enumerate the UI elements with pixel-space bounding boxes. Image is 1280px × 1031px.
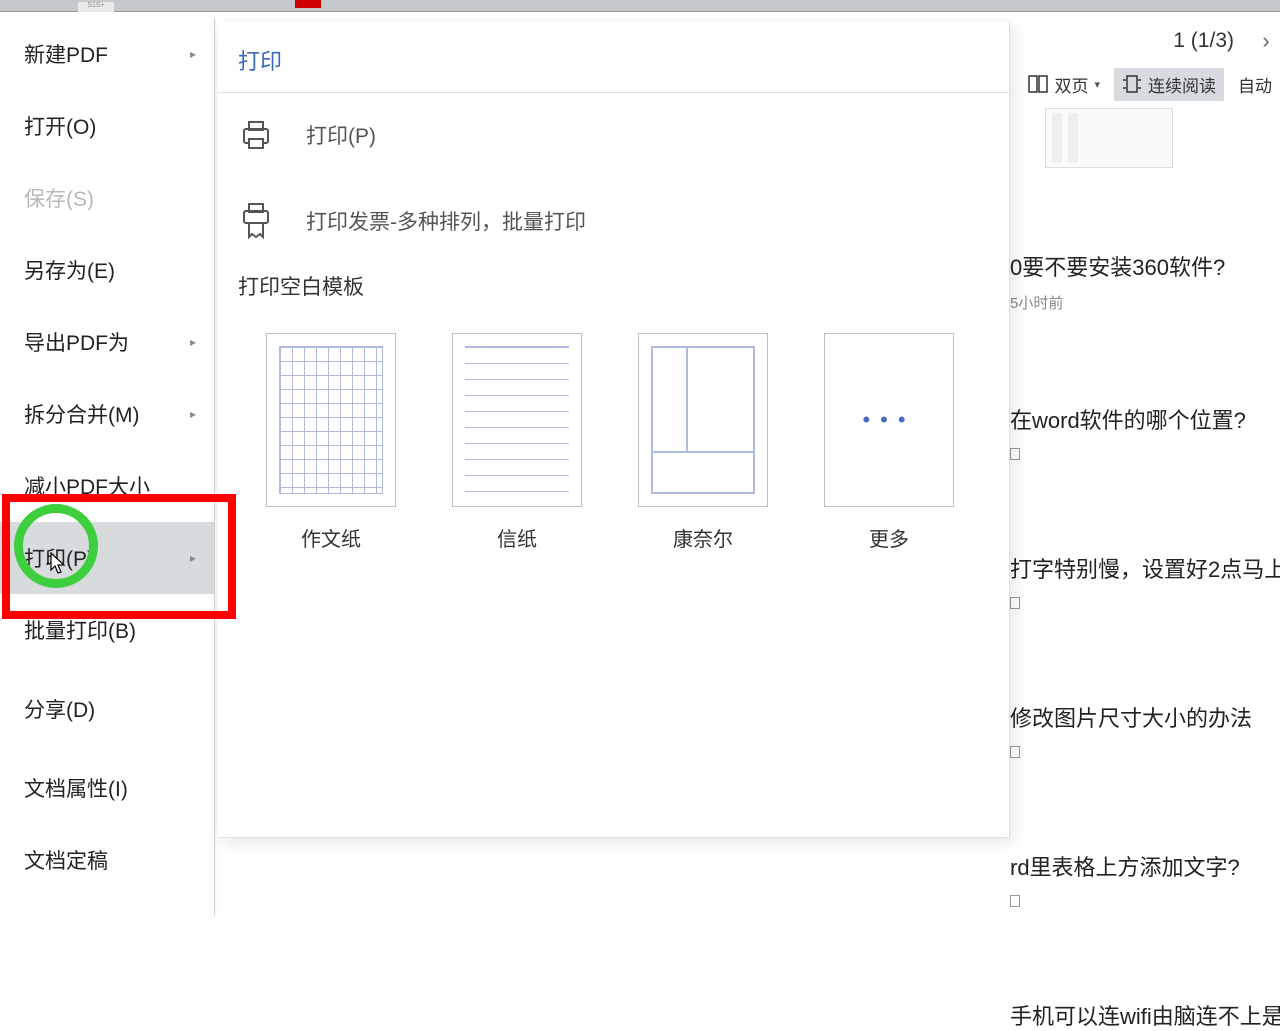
- menu-split-merge[interactable]: 拆分合并(M) ▸: [0, 378, 214, 450]
- template-caption: 康奈尔: [673, 523, 733, 552]
- chevron-down-icon: ▾: [1094, 78, 1100, 91]
- article-title: 在word软件的哪个位置?: [1010, 403, 1280, 435]
- menu-save: 保存(S): [0, 162, 214, 234]
- list-item[interactable]: 0要不要安装360软件? 5小时前: [1010, 250, 1280, 313]
- menu-label: 保存(S): [24, 183, 94, 213]
- menu-open[interactable]: 打开(O): [0, 90, 214, 162]
- meta-icon: [1010, 746, 1020, 758]
- continuous-read-label: 连续阅读: [1148, 72, 1216, 97]
- list-item[interactable]: rd里表格上方添加文字?: [1010, 850, 1280, 909]
- template-more[interactable]: ••• 更多: [824, 333, 954, 552]
- meta-icon: [1010, 448, 1020, 460]
- topbar-right: 1 (1/3) ›: [1163, 22, 1280, 60]
- menu-finalize[interactable]: 文档定稿: [0, 824, 214, 896]
- templates-section-title: 打印空白模板: [218, 265, 1009, 319]
- continuous-read-button[interactable]: 连续阅读: [1114, 68, 1224, 101]
- page-preview-thumbnail: [1045, 108, 1173, 168]
- submenu-arrow-icon: ▸: [190, 551, 196, 565]
- continuous-icon: [1122, 75, 1142, 93]
- menu-label: 打开(O): [24, 111, 96, 141]
- menu-label: 分享(D): [24, 694, 95, 724]
- page-next-button[interactable]: ›: [1252, 27, 1280, 55]
- panel-title: 打印: [218, 22, 1009, 93]
- list-item[interactable]: 修改图片尺寸大小的办法: [1010, 701, 1280, 760]
- auto-fit-label: 自动: [1238, 72, 1272, 97]
- submenu-arrow-icon: ▸: [190, 335, 196, 349]
- menu-label: 打印(P): [24, 543, 94, 573]
- template-caption: 更多: [869, 523, 909, 552]
- red-accent-fragment: [295, 0, 321, 8]
- menu-reduce-size[interactable]: 减小PDF大小: [0, 450, 214, 522]
- template-caption: 作文纸: [301, 523, 361, 552]
- menu-properties[interactable]: 文档属性(I): [0, 752, 214, 824]
- invoice-printer-icon: [238, 201, 274, 241]
- list-item[interactable]: 打字特别慢，设置好2点马上就: [1010, 552, 1280, 611]
- template-thumb: •••: [824, 333, 954, 507]
- template-thumb: [638, 333, 768, 507]
- print-submenu-panel: 打印 打印(P) 打印发票-多种排列，批量打印 打印空白模板 作文纸 信纸 康奈…: [218, 22, 1010, 838]
- meta-icon: [1010, 597, 1020, 609]
- article-title: rd里表格上方添加文字?: [1010, 850, 1280, 882]
- template-letter-paper[interactable]: 信纸: [452, 333, 582, 552]
- menu-new-pdf[interactable]: 新建PDF ▸: [0, 18, 214, 90]
- menu-share[interactable]: 分享(D): [0, 666, 214, 752]
- menu-save-as[interactable]: 另存为(E): [0, 234, 214, 306]
- invoice-print-label: 打印发票-多种排列，批量打印: [306, 206, 586, 236]
- menu-print[interactable]: 打印(P) ▸: [0, 522, 214, 594]
- template-cornell[interactable]: 康奈尔: [638, 333, 768, 552]
- tab-fragment: S1S+: [78, 2, 114, 12]
- list-item[interactable]: 手机可以连wifi由脑连不上是怎么回事?: [1010, 999, 1280, 1031]
- menu-label: 文档定稿: [24, 845, 108, 875]
- list-item[interactable]: 在word软件的哪个位置?: [1010, 403, 1280, 462]
- article-title: 0要不要安装360软件?: [1010, 250, 1280, 282]
- template-thumb: [266, 333, 396, 507]
- menu-label: 导出PDF为: [24, 327, 129, 357]
- print-action-label: 打印(P): [306, 120, 376, 150]
- menu-label: 新建PDF: [24, 39, 108, 69]
- menu-batch-print[interactable]: 批量打印(B): [0, 594, 214, 666]
- article-title: 修改图片尺寸大小的办法: [1010, 701, 1280, 733]
- meta-icon: [1010, 895, 1020, 907]
- template-thumb: [452, 333, 582, 507]
- article-meta: 5小时前: [1010, 292, 1280, 313]
- template-caption: 信纸: [497, 523, 537, 552]
- page-indicator[interactable]: 1 (1/3): [1163, 25, 1244, 57]
- printer-icon: [238, 117, 274, 153]
- invoice-print-row[interactable]: 打印发票-多种排列，批量打印: [218, 177, 1009, 265]
- auto-fit-button[interactable]: 自动: [1230, 68, 1280, 101]
- menu-label: 另存为(E): [24, 255, 115, 285]
- article-list: 0要不要安装360软件? 5小时前 在word软件的哪个位置? 打字特别慢，设置…: [1010, 250, 1280, 1031]
- menu-label: 文档属性(I): [24, 773, 128, 803]
- window-top-strip: S1S+: [0, 0, 1280, 12]
- article-title: 打字特别慢，设置好2点马上就: [1010, 552, 1280, 584]
- submenu-arrow-icon: ▸: [190, 47, 196, 61]
- menu-label: 拆分合并(M): [24, 399, 139, 429]
- view-bar: 双页 ▾ 连续阅读 自动: [1020, 66, 1280, 102]
- menu-label: 批量打印(B): [24, 615, 136, 645]
- two-page-icon: [1028, 75, 1048, 93]
- menu-label: 减小PDF大小: [24, 471, 150, 501]
- menu-export-pdf[interactable]: 导出PDF为 ▸: [0, 306, 214, 378]
- template-composition-paper[interactable]: 作文纸: [266, 333, 396, 552]
- template-list: 作文纸 信纸 康奈尔 ••• 更多: [218, 319, 1009, 566]
- print-action-row[interactable]: 打印(P): [218, 93, 1009, 177]
- more-dots-icon: •••: [862, 407, 915, 433]
- article-title: 手机可以连wifi由脑连不上是怎么回事?: [1010, 999, 1280, 1031]
- two-page-label: 双页: [1054, 72, 1088, 97]
- file-menu-sidebar: 新建PDF ▸ 打开(O) 保存(S) 另存为(E) 导出PDF为 ▸ 拆分合并…: [0, 18, 215, 916]
- two-page-button[interactable]: 双页 ▾: [1020, 68, 1108, 101]
- submenu-arrow-icon: ▸: [190, 407, 196, 421]
